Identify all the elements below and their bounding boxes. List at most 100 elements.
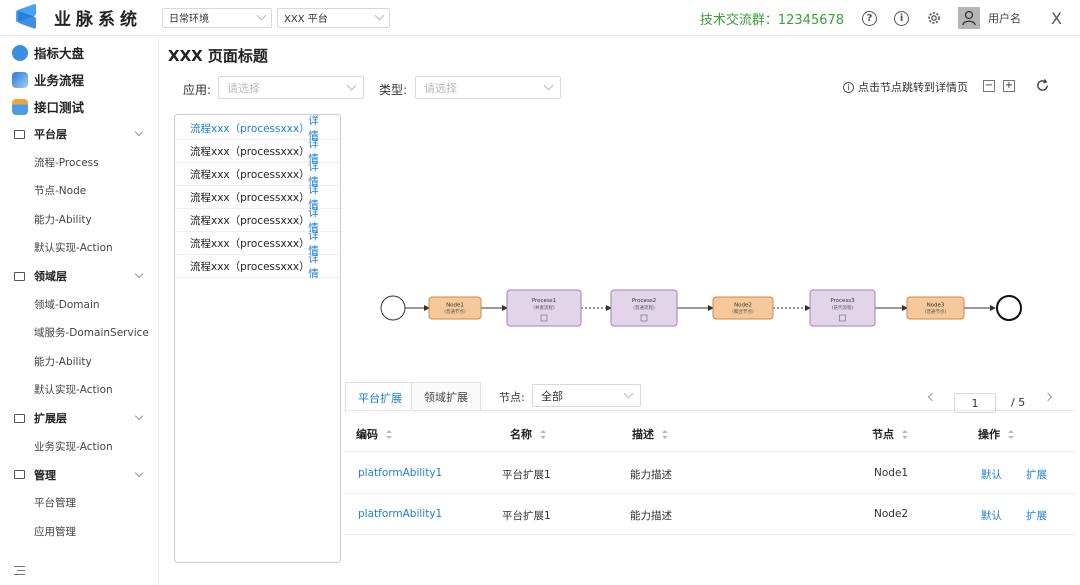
process-name: 流程xxx（processxxx） xyxy=(190,191,310,204)
domain-layer-icon xyxy=(14,271,25,281)
flow-node-subtitle: (聚合节点) xyxy=(732,308,754,315)
type-filter-select[interactable]: 请选择 xyxy=(415,76,561,99)
environment-select[interactable]: 日常环境 xyxy=(162,7,272,28)
flow-node-4[interactable]: Node2(聚合节点) xyxy=(712,296,774,320)
app-filter-select[interactable]: 请选择 xyxy=(218,76,364,99)
chevron-down-icon xyxy=(374,10,385,21)
flow-node-title: Node3 xyxy=(927,303,945,309)
user-avatar[interactable] xyxy=(958,7,981,29)
sidebar-group-platform[interactable]: 平台层 xyxy=(0,120,158,148)
hint-text: 点击节点跳转到详情页 xyxy=(858,81,968,94)
process-name: 流程xxx（processxxx） xyxy=(190,168,310,181)
info-icon[interactable]: i xyxy=(894,10,910,26)
settings-gear-icon[interactable] xyxy=(926,10,942,26)
column-header-name[interactable]: 名称 xyxy=(510,426,546,442)
sidebar-item-process[interactable]: 流程-Process xyxy=(0,148,158,177)
process-name: 流程xxx（processxxx） xyxy=(190,122,310,135)
chevron-down-icon xyxy=(256,10,267,21)
sidebar-item-business-flow[interactable]: 业务流程 xyxy=(0,66,158,93)
table-row: platformAbility1 平台扩展1 能力描述 Node2 默认 扩展 xyxy=(343,494,1075,535)
sidebar-group-label: 领域层 xyxy=(34,270,67,283)
header-right-tools: 技术交流群：12345678 ? i 用户名 X xyxy=(700,0,1080,36)
pager-next-icon[interactable] xyxy=(1043,392,1053,402)
sidebar-group-management[interactable]: 管理 xyxy=(0,461,158,489)
sidebar-item-label: 业务流程 xyxy=(34,73,85,88)
node-click-hint: i 点击节点跳转到详情页 xyxy=(843,79,968,95)
sort-icon[interactable] xyxy=(662,429,668,439)
close-icon[interactable]: X xyxy=(1051,9,1062,28)
table-header: 编码 名称 描述 节点 操作 xyxy=(343,412,1075,452)
main-content: XXX 页面标题 应用: 请选择 类型: 请选择 i 点击节点跳转到详情页 − … xyxy=(159,36,1080,585)
sidebar-item-label: 指标大盘 xyxy=(34,46,85,61)
flow-node-subtitle: (普通节点) xyxy=(444,308,466,315)
sidebar-item-node[interactable]: 节点-Node xyxy=(0,177,158,206)
column-header-code[interactable]: 编码 xyxy=(356,426,392,442)
process-list-item[interactable]: 流程xxx（processxxx） 详情 xyxy=(175,253,340,280)
process-name: 流程xxx（processxxx） xyxy=(190,237,310,250)
sidebar-item-dashboard[interactable]: 指标大盘 xyxy=(0,39,158,66)
app-logo-icon xyxy=(14,2,40,29)
node-filter-select[interactable]: 全部 xyxy=(532,384,641,407)
flow-node-title: Node1 xyxy=(446,303,464,309)
sidebar-item-ability[interactable]: 能力-Ability xyxy=(0,205,158,234)
sort-icon[interactable] xyxy=(902,429,908,439)
zoom-in-button[interactable]: + xyxy=(1003,80,1015,92)
sidebar-item-domain-service[interactable]: 域服务-DomainService xyxy=(0,319,158,348)
management-grid-icon xyxy=(14,470,25,479)
sidebar-item-app-management[interactable]: 应用管理 xyxy=(0,517,158,546)
tab-platform-extension[interactable]: 平台扩展 xyxy=(345,382,415,412)
platform-select[interactable]: XXX 平台 xyxy=(277,7,390,28)
flow-start-event[interactable] xyxy=(380,295,406,321)
tab-domain-extension[interactable]: 领域扩展 xyxy=(411,382,481,411)
default-action-link[interactable]: 默认 xyxy=(981,508,1002,523)
flow-node-6[interactable]: Node3(普通节点) xyxy=(906,296,965,320)
sort-icon[interactable] xyxy=(386,429,392,439)
sidebar-collapse-icon[interactable] xyxy=(14,566,25,575)
sidebar-item-domain-ability[interactable]: 能力-Ability xyxy=(0,347,158,376)
column-header-desc[interactable]: 描述 xyxy=(632,426,668,442)
flow-end-event[interactable] xyxy=(996,295,1022,321)
process-detail-link[interactable]: 详情 xyxy=(308,251,329,281)
sidebar-item-label: 接口测试 xyxy=(34,100,85,115)
flow-node-title: Process2 xyxy=(632,298,656,304)
sidebar-group-domain[interactable]: 领域层 xyxy=(0,262,158,290)
sidebar-item-action[interactable]: 默认实现-Action xyxy=(0,234,158,263)
extend-action-link[interactable]: 扩展 xyxy=(1026,508,1047,523)
column-header-label: 描述 xyxy=(632,428,654,441)
cell-name: 平台扩展1 xyxy=(502,510,551,522)
cell-code-link[interactable]: platformAbility1 xyxy=(358,467,442,479)
chevron-down-icon xyxy=(134,127,144,137)
sidebar-item-api-test[interactable]: 接口测试 xyxy=(0,93,158,120)
chevron-down-icon xyxy=(134,468,144,477)
node-filter-value: 全部 xyxy=(541,389,563,403)
node-filter-label: 节点: xyxy=(499,391,525,404)
sidebar-item-business-action[interactable]: 业务实现-Action xyxy=(0,432,158,461)
cell-node: Node1 xyxy=(874,467,909,479)
app-filter-label: 应用: xyxy=(183,83,212,97)
flow-process-2[interactable]: Process1(并发流程) xyxy=(506,289,582,327)
flow-process-5[interactable]: Process3(迭代流程) xyxy=(809,289,876,327)
process-flow-diagram: Node1(普通节点) Process1(并发流程) Process2(普通流程) N… xyxy=(380,289,1022,327)
sidebar-item-domain-action[interactable]: 默认实现-Action xyxy=(0,376,158,405)
column-header-actions[interactable]: 操作 xyxy=(978,426,1014,442)
flow-node-1[interactable]: Node1(普通节点) xyxy=(428,296,482,320)
zoom-out-button[interactable]: − xyxy=(983,80,995,92)
sort-icon[interactable] xyxy=(1008,429,1014,439)
pager-prev-icon[interactable] xyxy=(927,392,937,402)
sort-icon[interactable] xyxy=(540,429,546,439)
pager-total: / 5 xyxy=(1011,396,1026,409)
cell-code-link[interactable]: platformAbility1 xyxy=(358,508,442,520)
refresh-icon[interactable] xyxy=(1035,78,1050,93)
help-icon[interactable]: ? xyxy=(862,10,878,26)
process-list: 流程xxx（processxxx） 详情 流程xxx（processxxx） 详… xyxy=(174,114,341,563)
sidebar-group-extension[interactable]: 扩展层 xyxy=(0,404,158,432)
sidebar-item-platform-management[interactable]: 平台管理 xyxy=(0,489,158,518)
pager-page-input[interactable]: 1 xyxy=(954,393,996,413)
flow-process-3[interactable]: Process2(普通流程) xyxy=(610,289,678,327)
cell-node: Node2 xyxy=(874,508,909,520)
sidebar-item-domain[interactable]: 领域-Domain xyxy=(0,290,158,319)
default-action-link[interactable]: 默认 xyxy=(981,467,1002,482)
username[interactable]: 用户名 xyxy=(988,10,1021,26)
column-header-node[interactable]: 节点 xyxy=(872,426,908,442)
extend-action-link[interactable]: 扩展 xyxy=(1026,467,1047,482)
